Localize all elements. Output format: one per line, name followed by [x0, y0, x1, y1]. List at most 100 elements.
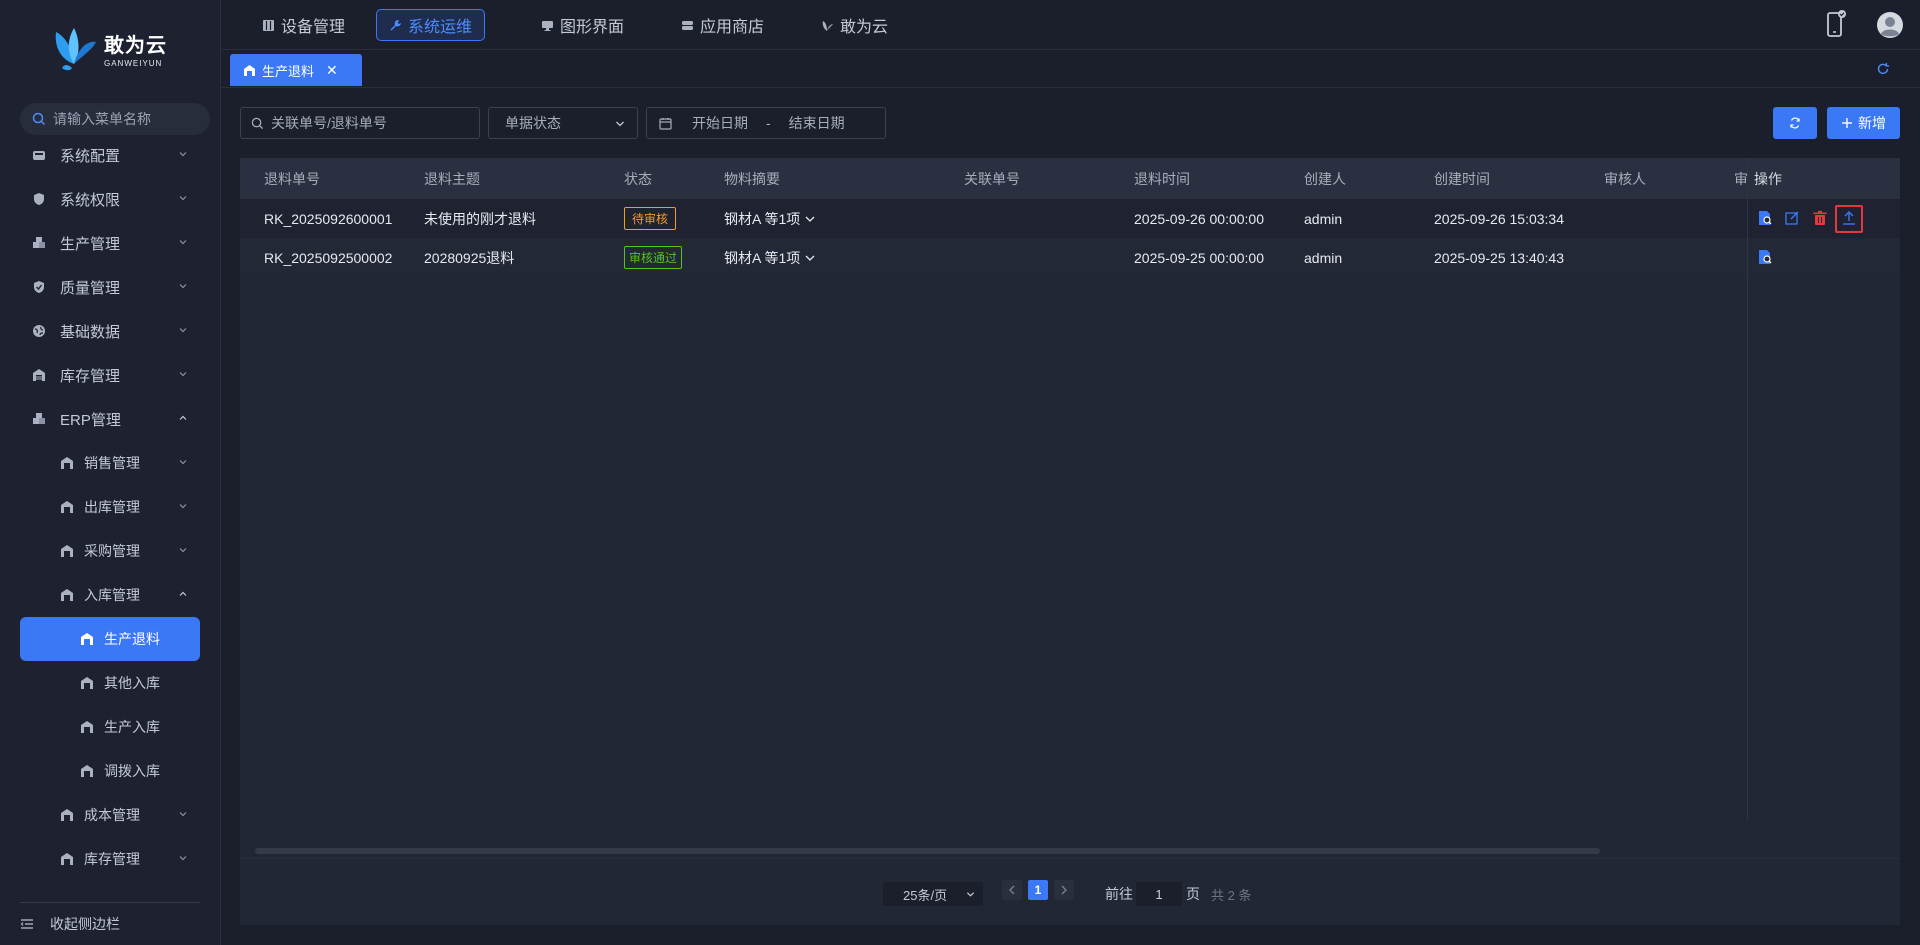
warehouse-icon [61, 501, 73, 513]
sidebar-item-purchase[interactable]: 采购管理 [20, 532, 200, 570]
sidebar-item-quality[interactable]: 质量管理 [20, 268, 200, 306]
page-tab-strip: 生产退料 ✕ [222, 51, 1920, 88]
search-field[interactable] [240, 107, 480, 139]
refresh-button[interactable] [1773, 107, 1817, 139]
brand-logo[interactable]: 敢为云 GANWEIYUN [52, 22, 167, 74]
add-button[interactable]: 新增 [1827, 107, 1900, 139]
cell-created-at: 2025-09-26 15:03:34 [1434, 210, 1564, 227]
brand-name-en: GANWEIYUN [104, 58, 163, 68]
collapse-sidebar-button[interactable]: 收起侧边栏 [20, 914, 120, 934]
chevron-down-icon [179, 856, 187, 861]
boxes-icon [33, 237, 45, 248]
cell-code: RK_2025092600001 [264, 210, 393, 227]
chevron-down-icon [179, 152, 187, 157]
sidebar-item-erp-inventory[interactable]: 库存管理 [20, 840, 200, 878]
sidebar-item-outbound[interactable]: 出库管理 [20, 488, 200, 526]
cell-subject: 未使用的刚才退料 [424, 210, 536, 227]
collapse-menu-icon [20, 919, 33, 929]
sidebar-item-label: 采购管理 [84, 543, 140, 559]
column-header: 物料摘要 [724, 170, 780, 187]
chevron-down-icon [179, 548, 187, 553]
column-header: 退料时间 [1134, 170, 1190, 187]
sidebar-item-label: 基础数据 [60, 323, 121, 341]
search-icon [251, 117, 264, 129]
chevron-down-icon [616, 121, 624, 127]
chevron-down-icon [805, 216, 815, 222]
total-count: 共 2 条 [1211, 887, 1252, 903]
monitor-icon [542, 20, 553, 31]
page-unit-label: 页 [1186, 886, 1200, 902]
page-size-select[interactable]: 25条/页 [883, 882, 983, 906]
cell-return-time: 2025-09-26 00:00:00 [1134, 210, 1264, 227]
device-icon [263, 19, 274, 31]
mobile-device-button[interactable] [1825, 9, 1847, 42]
chevron-up-icon [179, 415, 187, 420]
sidebar-item-production-return[interactable]: 生产退料 [20, 617, 200, 661]
horizontal-scrollbar[interactable] [255, 848, 1600, 854]
column-header: 退料主题 [424, 170, 480, 187]
date-range-picker[interactable]: 开始日期 - 结束日期 [646, 107, 886, 139]
sidebar-item-cost[interactable]: 成本管理 [20, 796, 200, 834]
search-input[interactable] [271, 115, 471, 131]
chevron-down-icon [179, 328, 187, 333]
menu-search-input[interactable] [53, 111, 203, 127]
refresh-icon[interactable] [1876, 62, 1890, 76]
close-icon[interactable]: ✕ [326, 62, 338, 79]
sidebar-item-label: 库存管理 [84, 851, 140, 867]
status-cell: 待审核 [624, 199, 677, 238]
brand-name: 敢为云 [104, 34, 167, 57]
summary-dropdown[interactable]: 钢材A 等1项 [724, 199, 816, 238]
tab-label: 图形界面 [560, 19, 625, 36]
sidebar-item-basic-data[interactable]: 基础数据 [20, 312, 200, 350]
warehouse-icon [81, 765, 93, 777]
add-button-label: 新增 [1858, 115, 1886, 131]
menu-search[interactable] [20, 103, 210, 135]
tab-device-management[interactable]: 设备管理 [250, 9, 357, 41]
chevron-down-icon [966, 892, 975, 897]
tab-system-ops[interactable]: 系统运维 [376, 9, 486, 41]
collapse-sidebar-label: 收起侧边栏 [50, 916, 120, 932]
sidebar-item-label: 生产管理 [60, 235, 121, 253]
boxes-icon [33, 413, 45, 424]
tab-graphic-ui[interactable]: 图形界面 [529, 9, 636, 41]
sidebar-item-sales[interactable]: 销售管理 [20, 444, 200, 482]
sidebar-item-erp[interactable]: ERP管理 [20, 400, 200, 438]
page-size-label: 25条/页 [903, 887, 948, 903]
sidebar-item-inventory[interactable]: 库存管理 [20, 356, 200, 394]
cloud-logo-icon [822, 20, 833, 31]
status-badge: 待审核 [624, 207, 677, 230]
user-avatar[interactable] [1876, 11, 1904, 42]
warehouse-icon [61, 809, 73, 821]
cell-subject: 20280925退料 [424, 249, 515, 266]
column-header: 退料单号 [264, 170, 320, 187]
tab-app-store[interactable]: 应用商店 [669, 9, 776, 41]
sidebar-item-system-permissions[interactable]: 系统权限 [20, 180, 200, 218]
sidebar-item-inbound[interactable]: 入库管理 [20, 576, 200, 614]
end-date-placeholder[interactable]: 结束日期 [789, 113, 845, 133]
status-select-placeholder: 单据状态 [505, 115, 561, 131]
prev-page-button[interactable] [1002, 880, 1022, 900]
warehouse-icon [61, 853, 73, 865]
sidebar-item-label: 生产退料 [104, 631, 160, 647]
sidebar-item-transfer-inbound[interactable]: 调拨入库 [20, 752, 200, 790]
chevron-right-icon [1061, 885, 1067, 895]
sidebar-item-production-inbound[interactable]: 生产入库 [20, 708, 200, 746]
sidebar-item-other-inbound[interactable]: 其他入库 [20, 664, 200, 702]
tab-ganweiyun[interactable]: 敢为云 [809, 9, 900, 41]
start-date-placeholder[interactable]: 开始日期 [692, 113, 748, 133]
page-tab-production-return[interactable]: 生产退料 ✕ [230, 54, 362, 86]
page-number-button[interactable]: 1 [1028, 880, 1048, 900]
fixed-actions-column [1747, 158, 1900, 820]
cell-code: RK_2025092500002 [264, 249, 393, 266]
status-select[interactable]: 单据状态 [488, 107, 638, 139]
sidebar-item-production[interactable]: 生产管理 [20, 224, 200, 262]
server-icon [33, 151, 45, 160]
next-page-button[interactable] [1054, 880, 1074, 900]
mobile-phone-icon [1827, 10, 1846, 37]
column-header: 关联单号 [964, 170, 1020, 187]
page-tab-label: 生产退料 [262, 63, 315, 79]
sidebar-item-label: 生产入库 [104, 719, 160, 735]
sidebar-item-system-config[interactable]: 系统配置 [20, 136, 200, 174]
summary-dropdown[interactable]: 钢材A 等1项 [724, 238, 816, 277]
goto-page-input[interactable] [1136, 882, 1182, 906]
